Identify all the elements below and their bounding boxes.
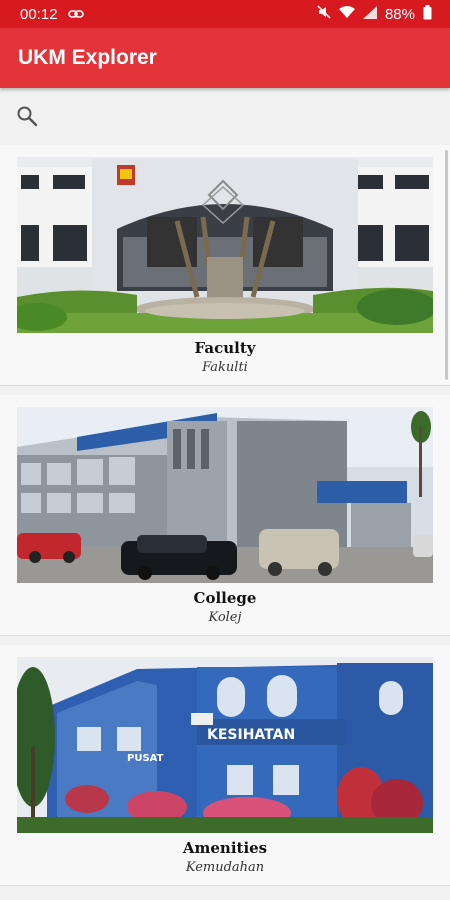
battery-percent: 88% (384, 5, 415, 23)
category-subtitle: Fakulti (202, 360, 248, 375)
link-icon (67, 6, 84, 23)
app-bar: UKM Explorer (0, 28, 450, 88)
category-subtitle: Kolej (208, 610, 242, 625)
search-icon[interactable] (16, 105, 38, 127)
category-subtitle: Kemudahan (185, 860, 265, 875)
category-title: Amenities (182, 839, 268, 857)
faculty-image (17, 157, 433, 333)
status-bar: 00:12 88% (0, 0, 450, 28)
status-time: 00:12 (20, 5, 58, 23)
search-bar (0, 88, 450, 144)
category-title: Faculty (194, 339, 256, 357)
battery-icon (423, 4, 432, 24)
app-title: UKM Explorer (18, 46, 157, 69)
category-card-amenities[interactable]: KESIHATAN PUSAT Amenities Kemudahan (0, 645, 450, 886)
wifi-icon (338, 5, 355, 23)
signal-icon (362, 5, 377, 23)
amenities-image: KESIHATAN PUSAT (17, 657, 433, 833)
svg-text:KESIHATAN: KESIHATAN (207, 727, 295, 743)
category-title: College (193, 589, 257, 607)
category-card-college[interactable]: College Kolej (0, 395, 450, 636)
category-card-faculty[interactable]: Faculty Fakulti (0, 145, 450, 386)
mute-icon (317, 5, 331, 23)
scrollbar[interactable] (445, 150, 448, 380)
svg-text:PUSAT: PUSAT (127, 753, 164, 764)
college-image (17, 407, 433, 583)
